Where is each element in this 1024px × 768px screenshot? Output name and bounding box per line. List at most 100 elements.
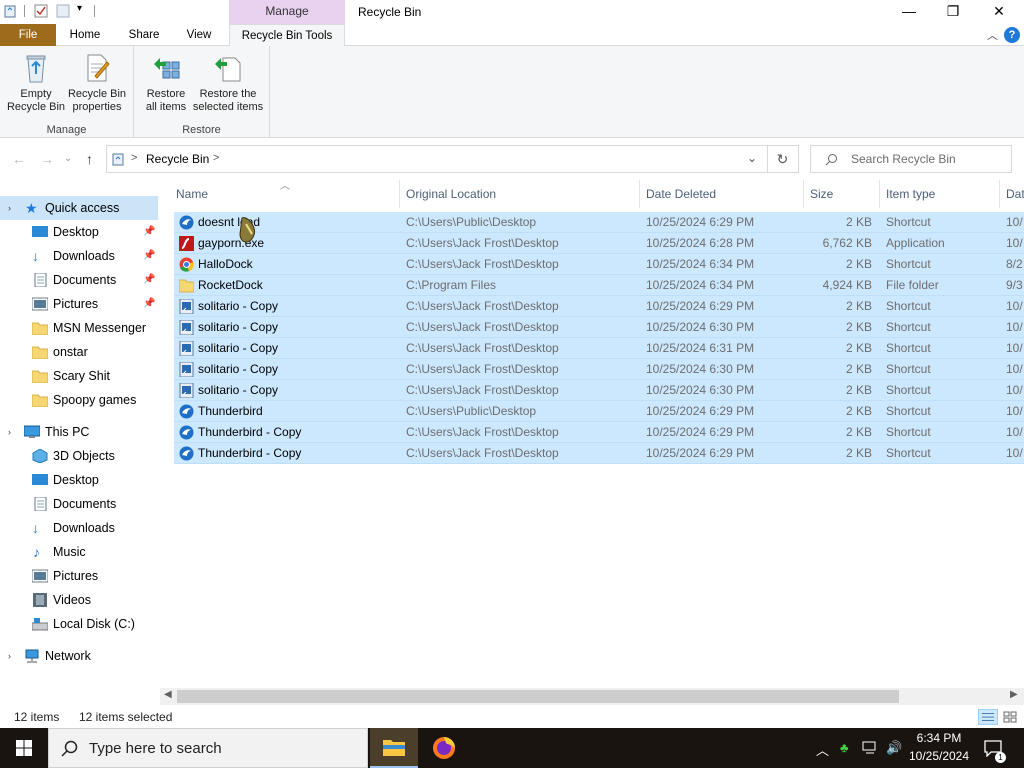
tab-view[interactable]: View <box>178 24 220 46</box>
nav-3d-objects[interactable]: 3D Objects <box>0 444 158 468</box>
tab-share[interactable]: Share <box>120 24 168 46</box>
nav-pc-pictures[interactable]: Pictures <box>0 564 158 588</box>
up-arrow-icon[interactable]: ↑ <box>86 151 93 167</box>
table-row[interactable]: HalloDock C:\Users\Jack Frost\Desktop 10/2… <box>174 254 1024 275</box>
file-date-modified: 9/3 <box>1006 278 1023 292</box>
nav-pc-desktop[interactable]: Desktop <box>0 468 158 492</box>
expand-chevron-icon[interactable]: › <box>8 644 11 668</box>
network-tray-icon[interactable] <box>862 741 880 755</box>
nav-scary-shit[interactable]: Scary Shit <box>0 364 158 388</box>
restore-selected-items-button[interactable]: Restore the selected items <box>188 52 268 114</box>
table-row[interactable]: Thunderbird - Copy C:\Users\Jack Frost\De… <box>174 443 1024 464</box>
clock-time[interactable]: 6:34 PM <box>914 731 964 745</box>
customize-qa-chevron-icon[interactable]: ▾ <box>77 3 82 14</box>
file-date-modified: 10/ <box>1006 320 1023 334</box>
expand-chevron-icon[interactable]: › <box>8 420 11 444</box>
forward-arrow-icon[interactable]: → <box>40 151 54 167</box>
taskbar-firefox[interactable] <box>420 728 468 768</box>
nav-pc-documents[interactable]: Documents <box>0 492 158 516</box>
file-item-type: Shortcut <box>886 383 931 397</box>
nav-downloads[interactable]: ↓ Downloads 📌 <box>0 244 158 268</box>
column-header-date-modified[interactable]: Dat <box>1000 180 1024 208</box>
status-selected-count: 12 items selected <box>79 710 173 724</box>
scrollbar-thumb[interactable] <box>177 690 899 703</box>
breadcrumb-separator-icon[interactable]: > <box>131 152 137 164</box>
scroll-right-arrow-icon[interactable]: ▶ <box>1010 689 1018 700</box>
file-date-modified: 10/ <box>1006 446 1023 460</box>
large-icons-view-icon[interactable] <box>1000 709 1020 725</box>
windows-logo-icon <box>16 740 32 756</box>
app-tray-icon[interactable]: ♣ <box>840 740 849 755</box>
column-header-date-deleted[interactable]: Date Deleted <box>640 180 804 208</box>
table-row[interactable]: Thunderbird - Copy C:\Users\Jack Frost\De… <box>174 422 1024 443</box>
back-arrow-icon[interactable]: ← <box>12 151 26 167</box>
maximize-button[interactable]: ❐ <box>930 0 976 24</box>
table-row[interactable]: solitario - Copy C:\Users\Jack Frost\Desk… <box>174 317 1024 338</box>
close-button[interactable]: ✕ <box>976 0 1022 24</box>
breadcrumb-recycle-bin[interactable]: Recycle Bin <box>146 152 209 166</box>
table-row[interactable]: doesnt load C:\Users\Public\Desktop 10/25/… <box>174 212 1024 233</box>
file-item-type: File folder <box>886 278 939 292</box>
nav-spoopy-games[interactable]: Spoopy games <box>0 388 158 412</box>
refresh-button[interactable]: ↻ <box>767 145 799 173</box>
new-folder-icon[interactable] <box>56 4 70 18</box>
nav-pictures[interactable]: Pictures 📌 <box>0 292 158 316</box>
recycle-bin-properties-button[interactable]: Recycle Bin properties <box>66 52 128 114</box>
table-row[interactable]: solitario - Copy C:\Users\Jack Frost\Desk… <box>174 338 1024 359</box>
firefox-icon <box>433 737 455 759</box>
restore-all-items-button[interactable]: Restore all items <box>138 52 194 114</box>
table-row[interactable]: gayporn.exe C:\Users\Jack Frost\Desktop 10… <box>174 233 1024 254</box>
file-item-type: Shortcut <box>886 257 931 271</box>
pin-icon[interactable]: 📌 <box>143 244 155 268</box>
address-dropdown-chevron-icon[interactable]: ⌄ <box>747 151 757 165</box>
column-header-original-location[interactable]: Original Location <box>400 180 640 208</box>
pin-icon[interactable]: 📌 <box>143 268 155 292</box>
nav-pc-downloads[interactable]: ↓ Downloads <box>0 516 158 540</box>
tab-home[interactable]: Home <box>60 24 110 46</box>
search-input[interactable]: Search Recycle Bin <box>810 145 1012 173</box>
file-original-location: C:\Users\Jack Frost\Desktop <box>406 383 559 397</box>
pin-icon[interactable]: 📌 <box>143 292 155 316</box>
show-hidden-icons-chevron-icon[interactable]: ︿ <box>816 740 829 759</box>
table-row[interactable]: solitario - Copy C:\Users\Jack Frost\Desk… <box>174 359 1024 380</box>
nav-quick-access[interactable]: › ★ Quick access <box>0 196 158 220</box>
nav-desktop[interactable]: Desktop 📌 <box>0 220 158 244</box>
horizontal-scrollbar[interactable]: ◀ ▶ <box>160 688 1024 705</box>
ribbon-collapse-chevron-icon[interactable]: ︿ <box>987 27 998 43</box>
properties-icon[interactable] <box>34 4 48 18</box>
details-view-icon[interactable] <box>978 709 998 725</box>
table-row[interactable]: solitario - Copy C:\Users\Jack Frost\Desk… <box>174 380 1024 401</box>
pin-icon[interactable]: 📌 <box>143 220 155 244</box>
recycle-bin-small-icon[interactable] <box>3 4 17 18</box>
volume-icon[interactable]: 🔊 <box>886 740 902 756</box>
start-button[interactable] <box>0 728 48 768</box>
scroll-left-arrow-icon[interactable]: ◀ <box>164 689 172 700</box>
nav-onstar[interactable]: onstar <box>0 340 158 364</box>
column-header-size[interactable]: Size <box>804 180 880 208</box>
nav-this-pc[interactable]: › This PC <box>0 420 158 444</box>
taskbar-search-input[interactable]: Type here to search <box>48 728 368 768</box>
file-original-location: C:\Users\Jack Frost\Desktop <box>406 446 559 460</box>
column-header-item-type[interactable]: Item type <box>880 180 1000 208</box>
tab-file[interactable]: File <box>0 24 56 46</box>
nav-videos[interactable]: Videos <box>0 588 158 612</box>
minimize-button[interactable]: — <box>886 0 932 24</box>
nav-msn-messenger[interactable]: MSN Messenger <box>0 316 158 340</box>
nav-documents[interactable]: Documents 📌 <box>0 268 158 292</box>
help-icon[interactable]: ? <box>1004 27 1020 43</box>
address-bar[interactable]: > Recycle Bin > ⌄ <box>106 145 768 173</box>
breadcrumb-chevron-icon[interactable]: > <box>213 152 219 164</box>
expand-chevron-icon[interactable]: › <box>8 196 11 220</box>
tab-recycle-bin-tools[interactable]: Recycle Bin Tools <box>229 24 345 47</box>
empty-recycle-bin-button[interactable]: Empty Recycle Bin <box>4 52 68 114</box>
table-row[interactable]: Thunderbird C:\Users\Public\Desktop 10/25/… <box>174 401 1024 422</box>
column-header-name[interactable]: Name <box>170 180 400 208</box>
nav-network[interactable]: › Network <box>0 644 158 668</box>
nav-local-disk[interactable]: Local Disk (C:) <box>0 612 158 636</box>
table-row[interactable]: solitario - Copy C:\Users\Jack Frost\Desk… <box>174 296 1024 317</box>
table-row[interactable]: RocketDock C:\Program Files 10/25/2024 6:3… <box>174 275 1024 296</box>
clock-date[interactable]: 10/25/2024 <box>906 749 972 763</box>
taskbar-file-explorer[interactable] <box>370 728 418 768</box>
nav-music[interactable]: ♪ Music <box>0 540 158 564</box>
recent-locations-chevron-icon[interactable]: ⌄ <box>64 153 72 164</box>
